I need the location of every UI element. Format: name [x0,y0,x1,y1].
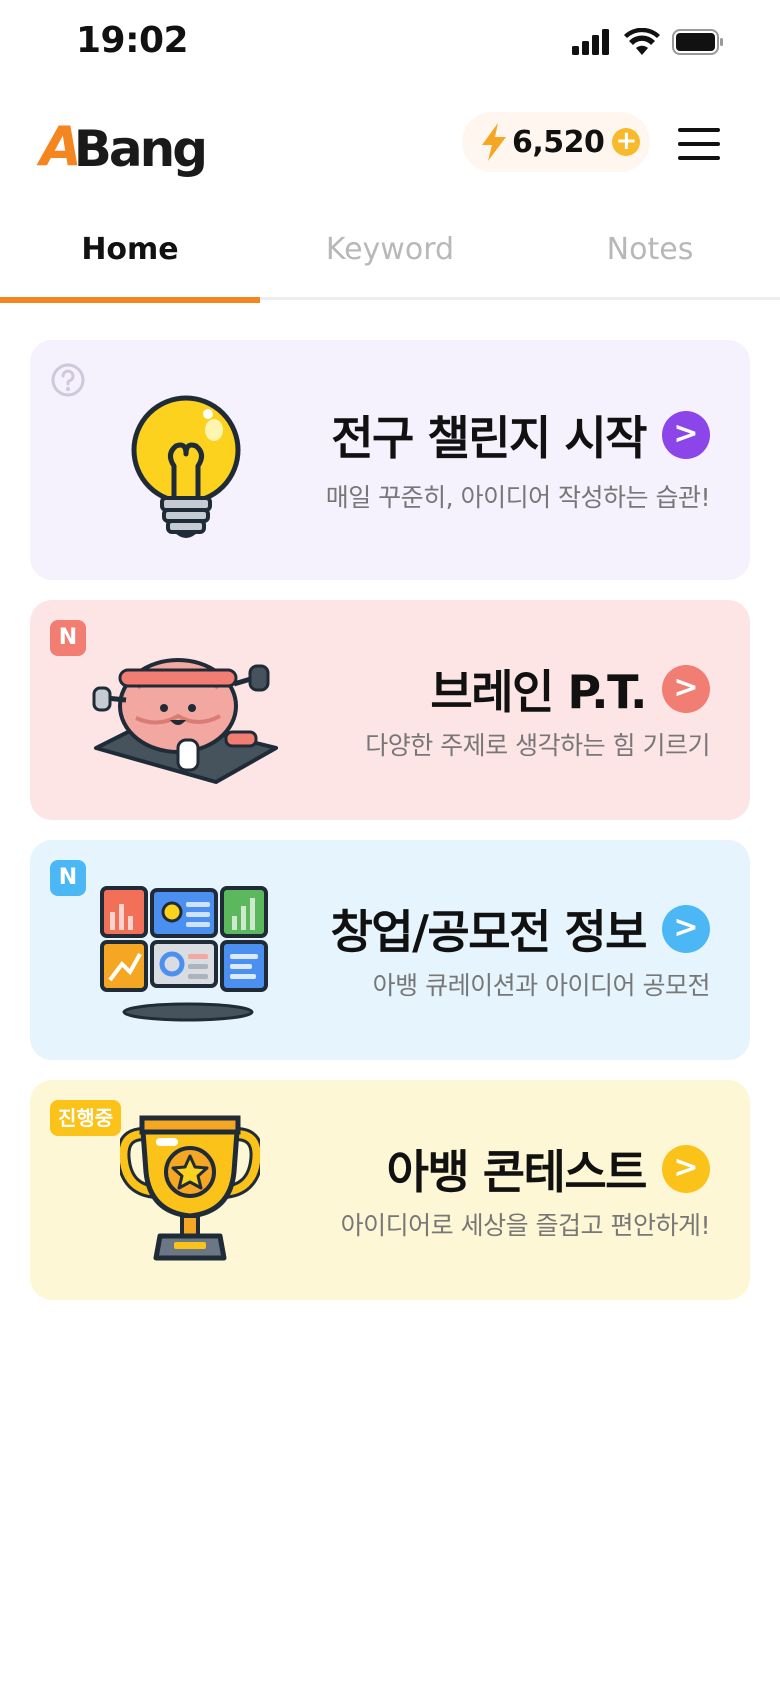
lightbulb-icon [131,395,241,538]
points-value: 6,520 [512,124,605,160]
status-icons [572,28,724,56]
new-badge: N [50,860,86,896]
points-balance[interactable]: 6,520 + [462,112,650,172]
card-title: 아뱅 콘테스트 [386,1145,648,1199]
card-subtitle: 매일 꾸준히, 아이디어 작성하는 습관! [325,483,711,512]
brain-workout-icon [92,658,278,784]
app-logo[interactable]: A Bang [40,114,208,178]
trophy-icon [120,1115,260,1261]
status-bar: 19:02 [0,0,780,90]
chevron-right-icon[interactable]: > [662,905,710,953]
chevron-right-icon[interactable]: > [662,665,710,713]
menu-line [678,142,720,146]
new-badge: N [50,620,86,656]
dashboard-screens-icon [100,886,268,1022]
cellular-signal-icon [572,29,609,55]
brain-pt-card[interactable]: N 브레인 P.T. > 다양한 주제로 생각하는 힘 기르기 [30,600,750,820]
status-time: 19:02 [76,20,189,61]
tab-home[interactable]: Home [0,208,260,303]
lightning-icon [482,123,506,161]
hamburger-menu-icon[interactable] [678,128,720,160]
card-title-row: 전구 챌린지 시작 > [331,402,710,468]
logo-wordmark: Bang [73,120,208,178]
chevron-right-icon[interactable]: > [662,1145,710,1193]
card-title-row: 창업/공모전 정보 > [330,896,710,962]
card-subtitle: 아뱅 큐레이션과 아이디어 공모전 [372,971,711,1000]
card-subtitle: 다양한 주제로 생각하는 힘 기르기 [365,731,710,760]
menu-line [678,128,720,132]
help-icon[interactable] [50,362,86,398]
abang-contest-card[interactable]: 진행중 아뱅 콘테스트 > 아이디어로 세상을 즐겁고 편안하게! [30,1080,750,1300]
wifi-icon [624,28,660,55]
card-title-row: 아뱅 콘테스트 > [387,1136,710,1202]
battery-icon [672,29,723,55]
in-progress-badge: 진행중 [50,1100,122,1136]
add-points-icon: + [612,128,641,156]
lightbulb-challenge-card[interactable]: 전구 챌린지 시작 > 매일 꾸준히, 아이디어 작성하는 습관! [30,340,750,580]
chevron-right-icon[interactable]: > [662,411,710,459]
menu-line [678,156,720,160]
app-header: A Bang 6,520 + [0,100,780,190]
card-title: 브레인 P.T. [430,665,647,719]
tab-notes[interactable]: Notes [520,208,780,300]
tab-keyword[interactable]: Keyword [260,208,520,300]
card-subtitle: 아이디어로 세상을 즐겁고 편안하게! [340,1211,711,1240]
tab-bar: Home Keyword Notes [0,208,780,303]
card-title: 전구 챌린지 시작 [331,411,647,465]
startup-contest-info-card[interactable]: N 창업/공모전 정보 > 아뱅 큐레이션과 아이디어 공모전 [30,840,750,1060]
card-title: 창업/공모전 정보 [330,905,647,959]
card-title-row: 브레인 P.T. > [430,656,710,722]
